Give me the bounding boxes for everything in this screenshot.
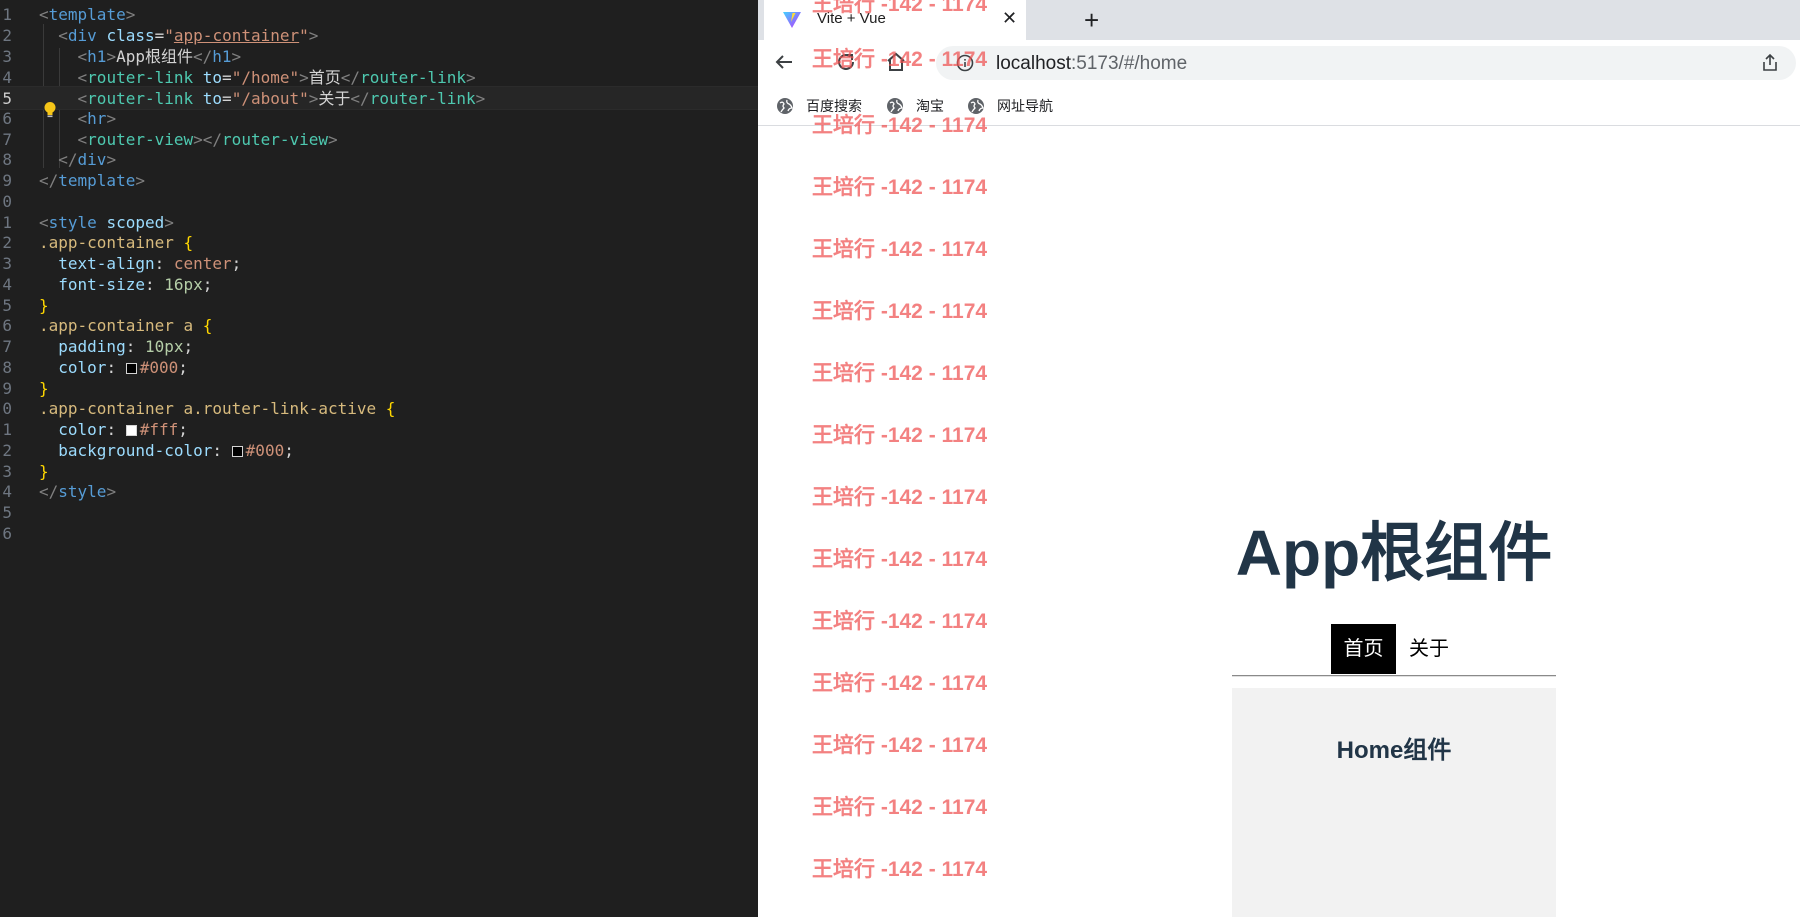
code-token: hr <box>87 109 107 128</box>
code-token: : <box>106 420 117 439</box>
code-token: font-size <box>58 275 145 294</box>
code-token: app-container <box>173 26 300 45</box>
code-token: /home <box>241 68 290 87</box>
code-token: ; <box>183 337 194 356</box>
code-token: center <box>173 254 232 273</box>
tab-title: Vite + Vue <box>817 10 886 27</box>
code-token: { <box>183 233 194 252</box>
code-token: : <box>144 275 155 294</box>
bookmark-item[interactable]: 百度搜索 <box>776 96 866 116</box>
code-token: 10px <box>144 337 184 356</box>
code-token: ; <box>178 358 188 377</box>
code-token: : <box>125 337 136 356</box>
color-swatch[interactable] <box>125 425 137 436</box>
horizontal-rule <box>1232 675 1556 677</box>
code-token: router-link <box>369 89 476 108</box>
code-token: 16px <box>164 275 203 294</box>
code-token: color <box>58 420 107 439</box>
close-tab-icon[interactable]: ✕ <box>1002 8 1017 29</box>
site-info-icon[interactable] <box>956 54 974 72</box>
code-token: #000 <box>139 358 179 377</box>
bookmark-label: 淘宝 <box>916 98 944 114</box>
code-token: background-color <box>58 441 213 460</box>
code-token: : <box>106 358 117 377</box>
globe-icon <box>777 98 793 114</box>
code-token: #000 <box>245 441 285 460</box>
code-token: color <box>58 358 107 377</box>
color-swatch[interactable] <box>231 446 243 457</box>
code-token: to <box>202 68 223 87</box>
code-token: router-link <box>87 89 194 108</box>
page-viewport: App根组件 首页 关于 Home组件 <box>758 126 1800 917</box>
code-token: ; <box>202 275 213 294</box>
code-token: style <box>48 213 97 232</box>
code-token: h1 <box>87 47 107 66</box>
code-editor[interactable]: 1 <template> 2 <div class="app-container"… <box>0 0 758 917</box>
code-token: style <box>58 482 107 501</box>
code-token: 关于 <box>318 89 351 108</box>
code-token: ; <box>178 420 188 439</box>
code-token: div <box>77 150 107 169</box>
bookmark-item[interactable]: 网址导航 <box>967 96 1057 116</box>
code-token: class <box>106 26 155 45</box>
home-component-title: Home组件 <box>1336 737 1452 764</box>
back-arrow-icon[interactable] <box>772 50 796 74</box>
url-host: localhost <box>996 53 1071 74</box>
code-line-26: 6 <box>0 522 758 546</box>
nav-link-home[interactable]: 首页 <box>1331 624 1396 674</box>
code-token: } <box>39 296 49 315</box>
router-view-content: Home组件 <box>1232 688 1556 917</box>
code-token: template <box>58 171 136 190</box>
address-bar[interactable]: localhost:5173/#/home <box>936 46 1796 80</box>
code-token: } <box>39 379 49 398</box>
url-text: localhost:5173/#/home <box>996 53 1187 75</box>
browser-tab[interactable]: Vite + Vue ✕ <box>764 0 1026 40</box>
code-token: #fff <box>139 420 179 439</box>
code-token: .app-container <box>39 233 174 252</box>
bookmarks-bar: 百度搜索 淘宝 网址导航 <box>758 86 1800 126</box>
code-token: ; <box>231 254 242 273</box>
code-token: App根组件 <box>116 47 193 66</box>
reload-icon[interactable] <box>834 50 858 74</box>
code-token: text-align <box>58 254 155 273</box>
code-token: router-view <box>222 130 329 149</box>
code-token: router-view <box>87 130 194 149</box>
code-token: ; <box>284 441 294 460</box>
code-token: { <box>385 399 396 418</box>
code-token: scoped <box>106 213 165 232</box>
bookmark-label: 网址导航 <box>997 98 1053 114</box>
globe-icon <box>968 98 984 114</box>
tab-strip: Vite + Vue ✕ + <box>758 0 1800 40</box>
code-token: template <box>48 5 126 24</box>
code-token: div <box>67 26 97 45</box>
code-token: router-link <box>87 68 194 87</box>
code-token: to <box>202 89 223 108</box>
url-path: :5173/#/home <box>1071 53 1188 74</box>
line-number: 6 <box>2 524 12 543</box>
code-token: .app-container a <box>39 316 194 335</box>
bookmark-label: 百度搜索 <box>806 98 862 114</box>
browser-window: Vite + Vue ✕ + localhost:5173/#/home 百度搜… <box>758 0 1800 917</box>
share-icon[interactable] <box>1760 53 1780 73</box>
nav-link-about[interactable]: 关于 <box>1399 624 1459 674</box>
code-token: .app-container a.router-link-active <box>39 399 377 418</box>
code-token: 首页 <box>308 68 341 87</box>
globe-icon <box>887 98 903 114</box>
code-token: { <box>202 316 213 335</box>
home-icon[interactable] <box>884 50 908 74</box>
bookmark-item[interactable]: 淘宝 <box>886 96 956 116</box>
code-token: h1 <box>212 47 232 66</box>
color-swatch[interactable] <box>125 363 137 374</box>
new-tab-button[interactable]: + <box>1084 4 1099 36</box>
vite-logo-icon <box>783 12 801 28</box>
code-token: router-link <box>360 68 467 87</box>
browser-toolbar: localhost:5173/#/home <box>758 40 1800 86</box>
code-token: } <box>39 462 49 481</box>
page-title: App根组件 <box>1235 517 1553 589</box>
code-token: padding <box>58 337 126 356</box>
code-token: : <box>154 254 165 273</box>
code-token: : <box>212 441 223 460</box>
code-token: /about <box>241 89 300 108</box>
